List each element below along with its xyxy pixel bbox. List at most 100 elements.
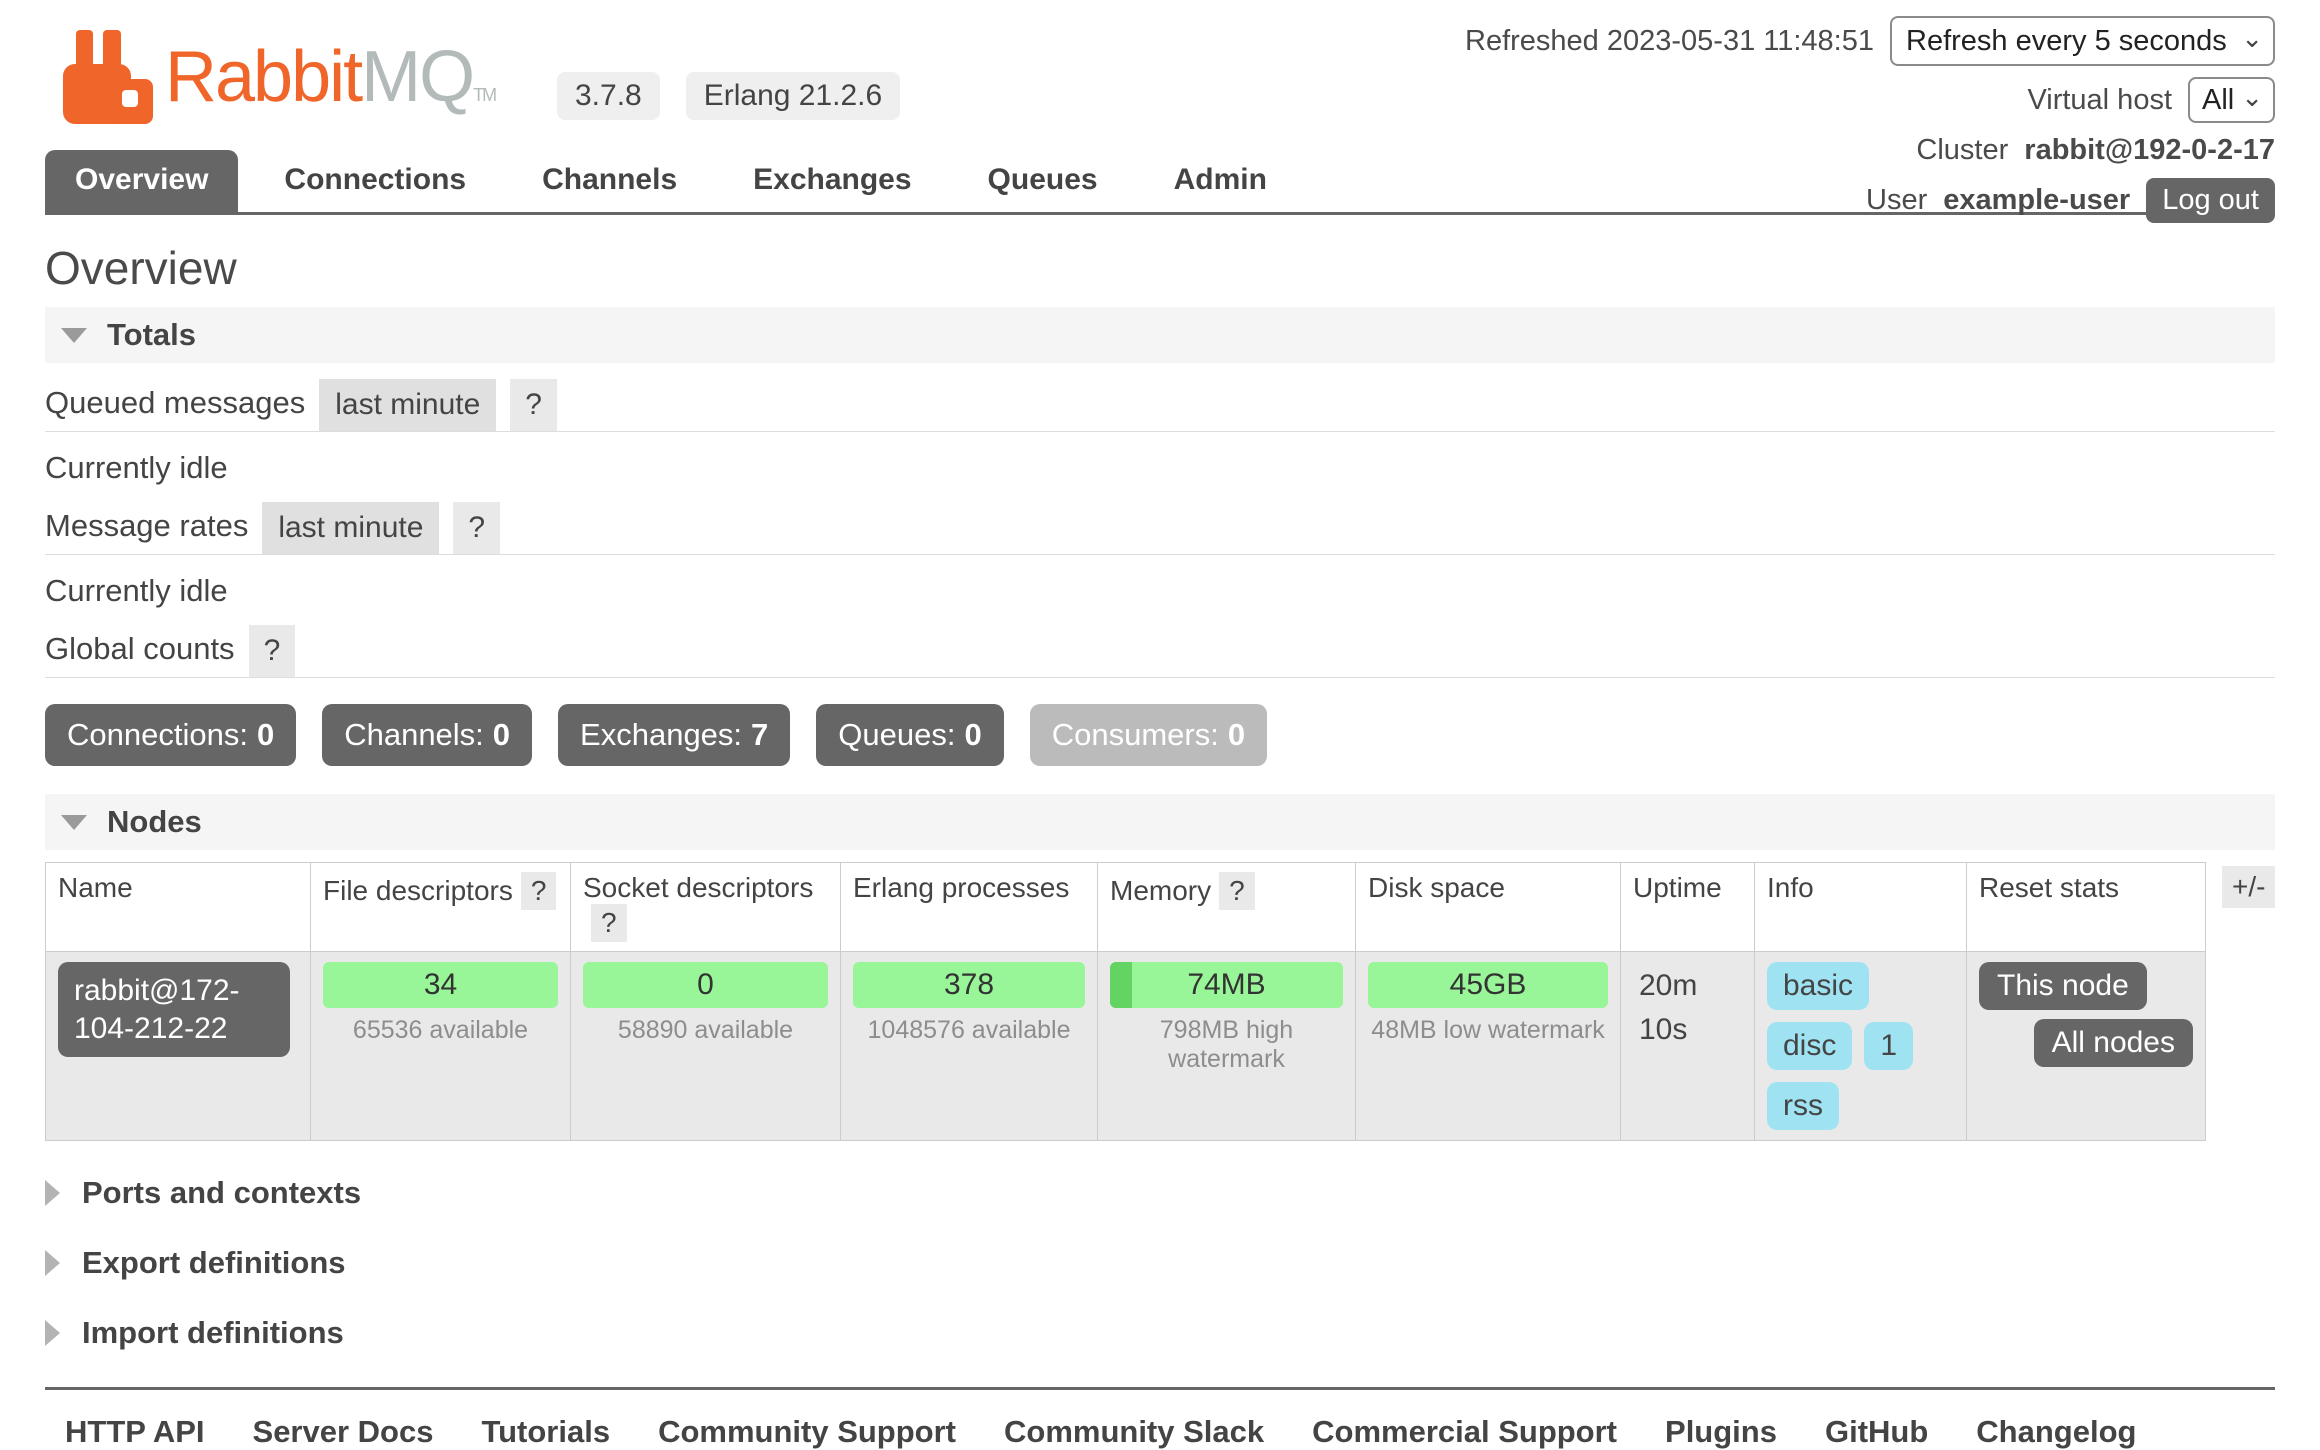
collapse-arrow-icon bbox=[61, 815, 87, 830]
ports-and-contexts-section[interactable]: Ports and contexts bbox=[45, 1175, 2275, 1211]
virtual-host-label: Virtual host bbox=[2027, 84, 2172, 117]
erlang-processes-available: 1048576 available bbox=[853, 1016, 1085, 1045]
file-descriptors-cell: 34 65536 available bbox=[311, 952, 571, 1141]
user-label: User bbox=[1866, 184, 1927, 217]
memory-help-button[interactable]: ? bbox=[1219, 872, 1255, 910]
col-header-name: Name bbox=[46, 863, 311, 952]
uptime-value-minutes: 20m bbox=[1639, 964, 1742, 1008]
footer-link-commercial-support[interactable]: Commercial Support bbox=[1312, 1414, 1617, 1450]
global-counts-row: Global counts ? bbox=[45, 625, 2275, 678]
col-header-socket-descriptors: Socket descriptors ? bbox=[571, 863, 841, 952]
queued-messages-help-button[interactable]: ? bbox=[510, 379, 557, 431]
expand-arrow-icon bbox=[45, 1320, 60, 1346]
info-badge-basic: basic bbox=[1767, 962, 1869, 1010]
info-badge-disc: disc bbox=[1767, 1022, 1852, 1070]
col-header-erlang-processes: Erlang processes bbox=[841, 863, 1098, 952]
brand-tm-text: TM bbox=[473, 85, 495, 105]
memory-watermark: 798MB high watermark bbox=[1110, 1016, 1343, 1074]
info-cell: basic disc 1 rss bbox=[1755, 952, 1967, 1141]
count-badge-connections[interactable]: Connections:0 bbox=[45, 704, 296, 766]
brand-mq-text: MQ bbox=[361, 37, 473, 117]
count-badge-channels[interactable]: Channels:0 bbox=[322, 704, 532, 766]
page-title: Overview bbox=[45, 241, 2275, 295]
nodes-section-header[interactable]: Nodes bbox=[45, 794, 2275, 850]
footer-link-changelog[interactable]: Changelog bbox=[1976, 1414, 2136, 1450]
memory-bar: 74MB bbox=[1110, 962, 1343, 1008]
column-toggle-button[interactable]: +/- bbox=[2222, 866, 2275, 908]
socket-descriptors-bar: 0 bbox=[583, 962, 828, 1008]
disk-space-bar: 45GB bbox=[1368, 962, 1608, 1008]
tab-admin[interactable]: Admin bbox=[1144, 150, 1297, 212]
col-header-disk-space: Disk space bbox=[1356, 863, 1621, 952]
node-name-badge[interactable]: rabbit@172-104-212-22 bbox=[58, 962, 290, 1057]
global-counts-help-button[interactable]: ? bbox=[249, 625, 296, 677]
footer-link-community-support[interactable]: Community Support bbox=[658, 1414, 956, 1450]
rabbit-icon bbox=[63, 30, 155, 124]
erlang-version-badge: Erlang 21.2.6 bbox=[686, 72, 900, 120]
version-badge: 3.7.8 bbox=[557, 72, 660, 120]
count-badge-queues[interactable]: Queues:0 bbox=[816, 704, 1003, 766]
footer-link-server-docs[interactable]: Server Docs bbox=[253, 1414, 434, 1450]
disk-space-cell: 45GB 48MB low watermark bbox=[1356, 952, 1621, 1141]
footer-link-plugins[interactable]: Plugins bbox=[1665, 1414, 1777, 1450]
import-definitions-section[interactable]: Import definitions bbox=[45, 1315, 2275, 1351]
logout-button[interactable]: Log out bbox=[2146, 178, 2275, 223]
file-descriptors-bar: 34 bbox=[323, 962, 558, 1008]
col-header-uptime: Uptime bbox=[1621, 863, 1755, 952]
queued-messages-range-tab[interactable]: last minute bbox=[319, 379, 496, 431]
file-descriptors-available: 65536 available bbox=[323, 1016, 558, 1045]
tab-overview[interactable]: Overview bbox=[45, 150, 238, 212]
reset-stats-cell: This node All nodes bbox=[1967, 952, 2206, 1141]
socket-descriptors-help-button[interactable]: ? bbox=[591, 904, 627, 942]
tab-connections[interactable]: Connections bbox=[254, 150, 496, 212]
disk-space-watermark: 48MB low watermark bbox=[1368, 1016, 1608, 1045]
totals-section-header[interactable]: Totals bbox=[45, 307, 2275, 363]
col-header-reset-stats: Reset stats bbox=[1967, 863, 2206, 952]
memory-used-segment bbox=[1110, 962, 1132, 1008]
reset-this-node-button[interactable]: This node bbox=[1979, 962, 2147, 1010]
erlang-processes-bar: 378 bbox=[853, 962, 1085, 1008]
message-rates-range-tab[interactable]: last minute bbox=[262, 502, 439, 554]
brand-rabbit-text: Rabbit bbox=[165, 37, 361, 117]
totals-section-title: Totals bbox=[107, 317, 196, 353]
nodes-table-header-row: Name File descriptors? Socket descriptor… bbox=[46, 863, 2206, 952]
socket-descriptors-cell: 0 58890 available bbox=[571, 952, 841, 1141]
footer-link-http-api[interactable]: HTTP API bbox=[65, 1414, 205, 1450]
tab-queues[interactable]: Queues bbox=[958, 150, 1128, 212]
uptime-value-seconds: 10s bbox=[1639, 1008, 1742, 1052]
refresh-interval-select[interactable]: Refresh every 5 seconds bbox=[1890, 16, 2275, 66]
cluster-label: Cluster bbox=[1916, 134, 2008, 167]
count-badge-consumers: Consumers:0 bbox=[1030, 704, 1267, 766]
expand-arrow-icon bbox=[45, 1180, 60, 1206]
erlang-processes-cell: 378 1048576 available bbox=[841, 952, 1098, 1141]
message-rates-row: Message rates last minute ? bbox=[45, 502, 2275, 555]
col-header-file-descriptors: File descriptors? bbox=[311, 863, 571, 952]
reset-all-nodes-button[interactable]: All nodes bbox=[2034, 1019, 2193, 1067]
virtual-host-select[interactable]: All bbox=[2188, 77, 2275, 123]
rabbitmq-logo: RabbitMQTM bbox=[63, 30, 495, 142]
brand-wordmark: RabbitMQTM bbox=[165, 30, 495, 142]
expand-arrow-icon bbox=[45, 1250, 60, 1276]
queued-messages-row: Queued messages last minute ? bbox=[45, 379, 2275, 432]
footer-links: HTTP API Server Docs Tutorials Community… bbox=[45, 1387, 2275, 1450]
footer-link-github[interactable]: GitHub bbox=[1825, 1414, 1928, 1450]
tab-exchanges[interactable]: Exchanges bbox=[723, 150, 941, 212]
footer-link-community-slack[interactable]: Community Slack bbox=[1004, 1414, 1264, 1450]
socket-descriptors-available: 58890 available bbox=[583, 1016, 828, 1045]
node-row: rabbit@172-104-212-22 34 65536 available… bbox=[46, 952, 2206, 1141]
col-header-info: Info bbox=[1755, 863, 1967, 952]
message-rates-status: Currently idle bbox=[45, 573, 2275, 609]
collapse-arrow-icon bbox=[61, 328, 87, 343]
file-descriptors-help-button[interactable]: ? bbox=[521, 872, 557, 910]
count-badge-exchanges[interactable]: Exchanges:7 bbox=[558, 704, 790, 766]
node-name-cell: rabbit@172-104-212-22 bbox=[46, 952, 311, 1141]
nodes-table: Name File descriptors? Socket descriptor… bbox=[45, 862, 2206, 1141]
message-rates-help-button[interactable]: ? bbox=[453, 502, 500, 554]
export-definitions-section[interactable]: Export definitions bbox=[45, 1245, 2275, 1281]
footer-link-tutorials[interactable]: Tutorials bbox=[481, 1414, 610, 1450]
global-counts-badges: Connections:0 Channels:0 Exchanges:7 Que… bbox=[45, 704, 2275, 766]
global-counts-label: Global counts bbox=[45, 631, 235, 677]
info-badge-1: 1 bbox=[1864, 1022, 1913, 1070]
tab-channels[interactable]: Channels bbox=[512, 150, 707, 212]
top-bar: RabbitMQTM 3.7.8 Erlang 21.2.6 Refreshed… bbox=[45, 0, 2275, 150]
